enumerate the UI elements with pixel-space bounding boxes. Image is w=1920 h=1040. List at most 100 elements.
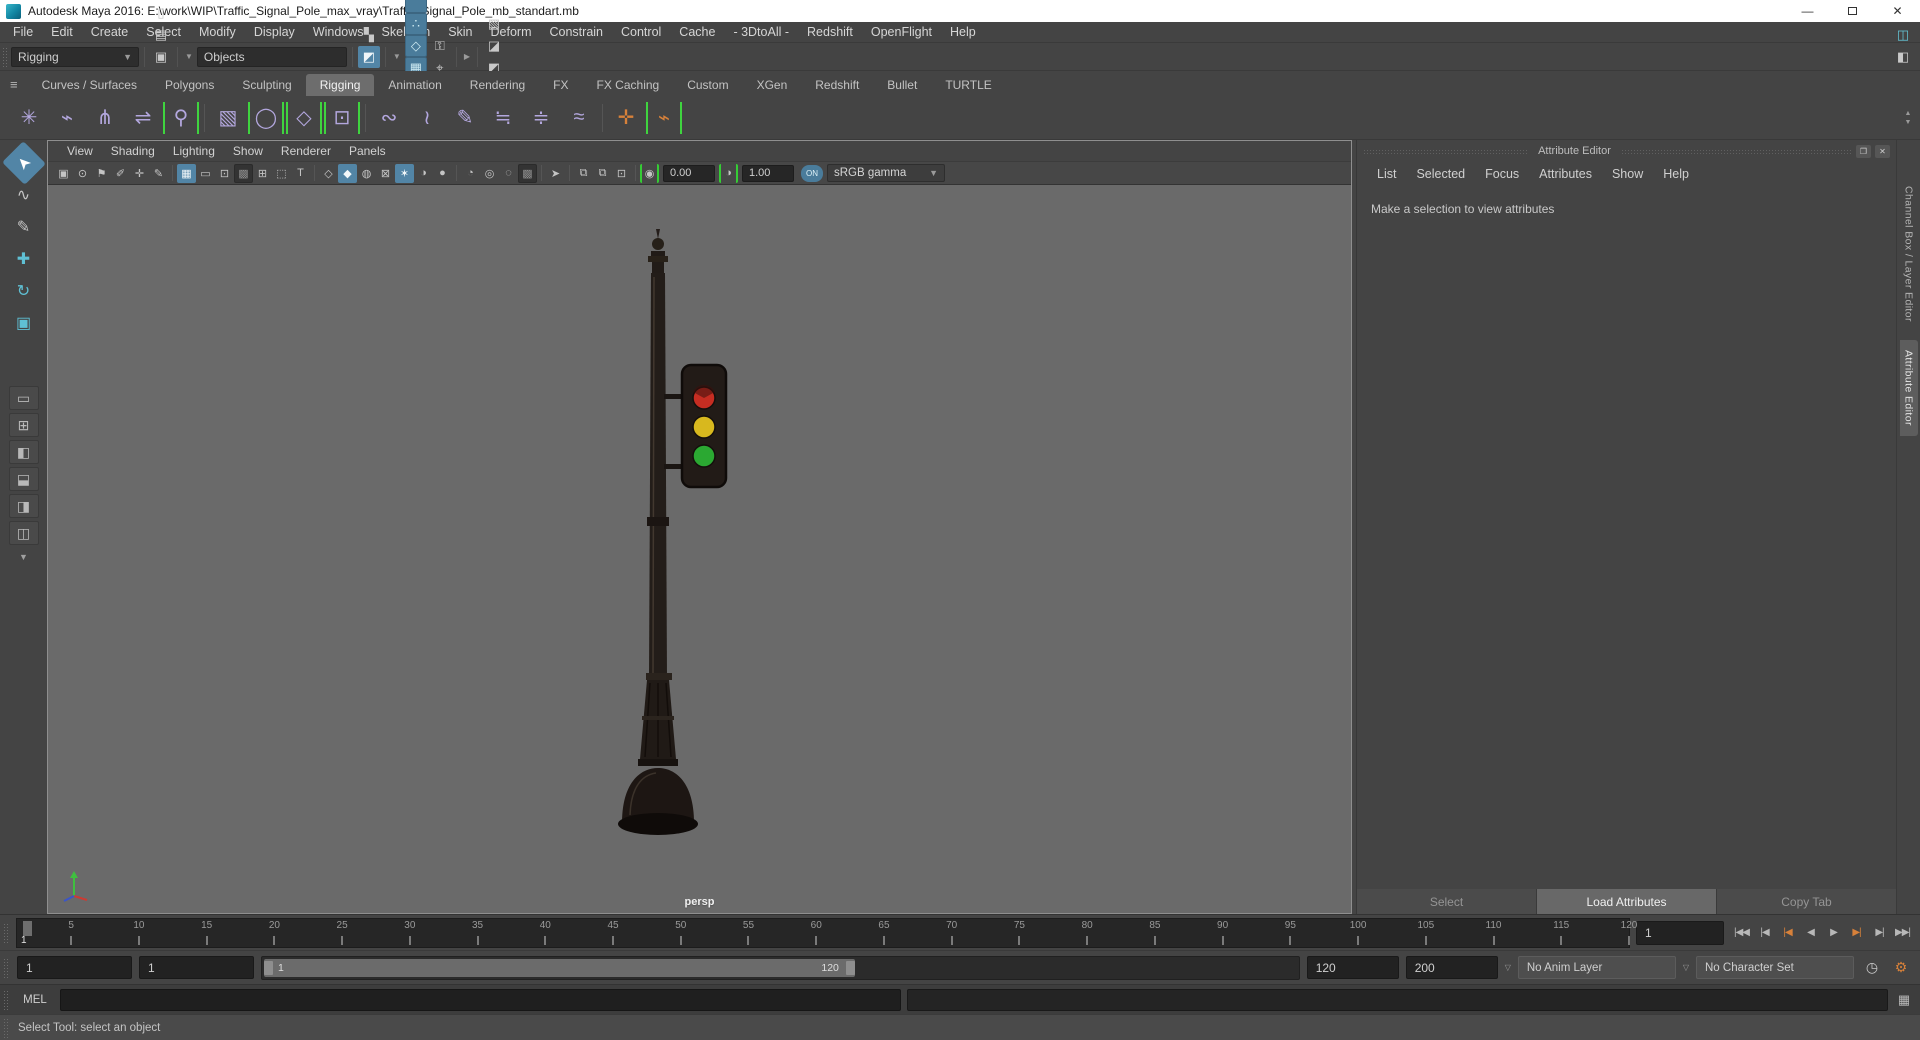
close-panel-icon[interactable]: ✕: [1875, 144, 1890, 158]
shelf-tab[interactable]: Animation: [374, 74, 455, 96]
drag-handle[interactable]: [1620, 148, 1852, 154]
depth-of-field-icon[interactable]: ◌: [499, 164, 518, 183]
safe-action-icon[interactable]: ⬚: [272, 164, 291, 183]
rotate-tool[interactable]: ↻: [8, 276, 40, 306]
control-circle-icon[interactable]: ◯: [248, 101, 284, 134]
camera-bookmarks-icon[interactable]: ⊙: [73, 164, 92, 183]
layout-four-pane-button[interactable]: ⊞: [8, 413, 39, 437]
smooth-shade-all-icon[interactable]: ◆: [338, 163, 357, 183]
drag-handle[interactable]: [3, 922, 10, 943]
textured-icon[interactable]: ⊠: [376, 164, 395, 183]
open-scene-icon[interactable]: ▤: [150, 24, 172, 46]
view-transform-selector[interactable]: sRGB gamma ▼: [827, 164, 945, 182]
ssao-icon[interactable]: ◔: [461, 164, 480, 183]
grid-toggle-icon[interactable]: ▦: [177, 163, 196, 183]
viewport-menu-item[interactable]: Lighting: [164, 144, 224, 158]
color-management-toggle[interactable]: ON: [801, 164, 823, 182]
wireframe-on-shaded-icon[interactable]: ◍: [357, 164, 376, 183]
more-layouts-button[interactable]: ▼: [19, 552, 28, 562]
go-to-start-button[interactable]: |◀◀: [1730, 921, 1753, 945]
chevron-down-icon[interactable]: ▼: [391, 52, 403, 61]
use-all-lights-icon[interactable]: ✶: [395, 163, 414, 183]
drag-handle[interactable]: [3, 1017, 10, 1038]
chevron-down-icon[interactable]: ▽: [1683, 963, 1689, 972]
chevron-down-icon[interactable]: ▽: [1505, 963, 1511, 972]
animation-preferences-icon[interactable]: ⚙: [1890, 957, 1912, 979]
exposure-toggle-icon[interactable]: ◉: [640, 163, 659, 183]
step-back-key-button[interactable]: |◀: [1776, 921, 1799, 945]
shelf-scroll-up-icon[interactable]: ▲: [1900, 110, 1916, 117]
command-input-field[interactable]: [60, 988, 901, 1011]
viewport-menu-item[interactable]: Show: [224, 144, 272, 158]
tear-off-new-icon[interactable]: ⧉: [593, 164, 612, 183]
shelf-tab[interactable]: FX Caching: [583, 74, 674, 96]
detach-skin-icon[interactable]: ≀: [409, 100, 445, 136]
menu-item[interactable]: File: [4, 22, 42, 42]
menu-item[interactable]: Modify: [190, 22, 245, 42]
attribute-editor-action-button[interactable]: Select: [1357, 889, 1536, 914]
range-slider-track[interactable]: 1 120: [261, 955, 1300, 980]
resolution-gate-icon[interactable]: ⊡: [215, 164, 234, 183]
shelf-menu-icon[interactable]: ≡: [10, 77, 18, 92]
viewport-menu-item[interactable]: Shading: [102, 144, 164, 158]
snap-to-projected-center-icon[interactable]: ◇: [404, 34, 427, 57]
viewport-menu-item[interactable]: View: [58, 144, 102, 158]
animation-start-field[interactable]: 1: [17, 956, 132, 979]
maximize-button[interactable]: [1830, 0, 1875, 22]
go-to-end-button[interactable]: ▶▶|: [1891, 921, 1914, 945]
chevron-right-icon[interactable]: ▶: [462, 52, 472, 61]
tool-settings-toggle-icon[interactable]: ◧: [1892, 46, 1914, 68]
mirror-skin-weights-icon[interactable]: ≒: [485, 100, 521, 136]
solidify-deformer-icon[interactable]: ✛: [608, 100, 644, 136]
playback-range-bar[interactable]: 1 120: [264, 958, 855, 977]
shelf-tab[interactable]: Redshift: [801, 74, 873, 96]
attribute-editor-menu-item[interactable]: Selected: [1406, 167, 1475, 181]
open-render-view-icon[interactable]: ▧: [483, 13, 505, 35]
range-start-handle[interactable]: [264, 960, 273, 975]
command-language-label[interactable]: MEL: [16, 994, 54, 1006]
safe-title-icon[interactable]: T: [291, 164, 310, 183]
viewport-menu-item[interactable]: Panels: [340, 144, 395, 158]
drag-handle[interactable]: [2, 46, 9, 67]
step-forward-frame-button[interactable]: ▶|: [1868, 921, 1891, 945]
attribute-editor-menu-item[interactable]: Attributes: [1529, 167, 1602, 181]
playback-start-field[interactable]: 1: [139, 956, 254, 979]
auto-keyframe-toggle-icon[interactable]: ◷: [1861, 957, 1883, 979]
menu-item[interactable]: Create: [82, 22, 138, 42]
playback-end-field[interactable]: 120: [1306, 956, 1399, 979]
snap-to-points-icon[interactable]: ∴: [404, 12, 427, 35]
bind-skin-icon[interactable]: ∾: [371, 100, 407, 136]
menu-item[interactable]: Cache: [670, 22, 724, 42]
ik-handle-icon[interactable]: ⌁: [49, 100, 85, 136]
attribute-editor-menu-item[interactable]: Show: [1602, 167, 1653, 181]
skeleton-editor-icon[interactable]: ▧: [210, 100, 246, 136]
shelf-tab[interactable]: Polygons: [151, 74, 228, 96]
layout-single-pane-button[interactable]: ▭: [8, 386, 39, 410]
select-by-hierarchy-icon[interactable]: ▚: [358, 24, 380, 46]
snap-to-curves-icon[interactable]: ⌒: [404, 0, 427, 13]
character-set-selector[interactable]: No Character Set: [1696, 956, 1854, 979]
shelf-tab[interactable]: Rendering: [456, 74, 539, 96]
snapshot-icon[interactable]: ⊡: [612, 164, 631, 183]
sidebar-vertical-tab[interactable]: Channel Box / Layer Editor: [1900, 176, 1918, 332]
tension-deformer-icon[interactable]: ⌁: [646, 101, 682, 134]
range-end-handle[interactable]: [845, 960, 855, 975]
drag-handle[interactable]: [3, 989, 10, 1010]
layout-persp-graph-button[interactable]: ⬓: [8, 467, 39, 491]
tear-off-copy-icon[interactable]: ⧉: [574, 164, 593, 183]
select-by-object-icon[interactable]: ◩: [357, 45, 380, 68]
motion-blur-icon[interactable]: ◎: [480, 164, 499, 183]
attribute-editor-menu-item[interactable]: Focus: [1475, 167, 1529, 181]
time-slider[interactable]: 1 5 10 15 20 25 30 35 40 45 50 55 60 65 70 75 80 85 90 95 1…: [16, 917, 1637, 948]
attribute-editor-menu-item[interactable]: Help: [1653, 167, 1699, 181]
bookmark-flag-icon[interactable]: ⚑: [92, 164, 111, 183]
contrast-toggle-icon[interactable]: ◑: [719, 163, 738, 183]
menu-set-selector[interactable]: Rigging ▼: [11, 46, 139, 67]
shelf-tab[interactable]: Curves / Surfaces: [28, 74, 151, 96]
attribute-editor-action-button[interactable]: Copy Tab: [1717, 889, 1896, 914]
play-backwards-button[interactable]: ◀: [1799, 921, 1822, 945]
current-frame-field[interactable]: 1: [1636, 920, 1724, 945]
grease-pencil-icon[interactable]: ✎: [149, 164, 168, 183]
shelf-tab[interactable]: Rigging: [305, 74, 375, 96]
layout-persp-outliner-button[interactable]: ◧: [8, 440, 39, 464]
